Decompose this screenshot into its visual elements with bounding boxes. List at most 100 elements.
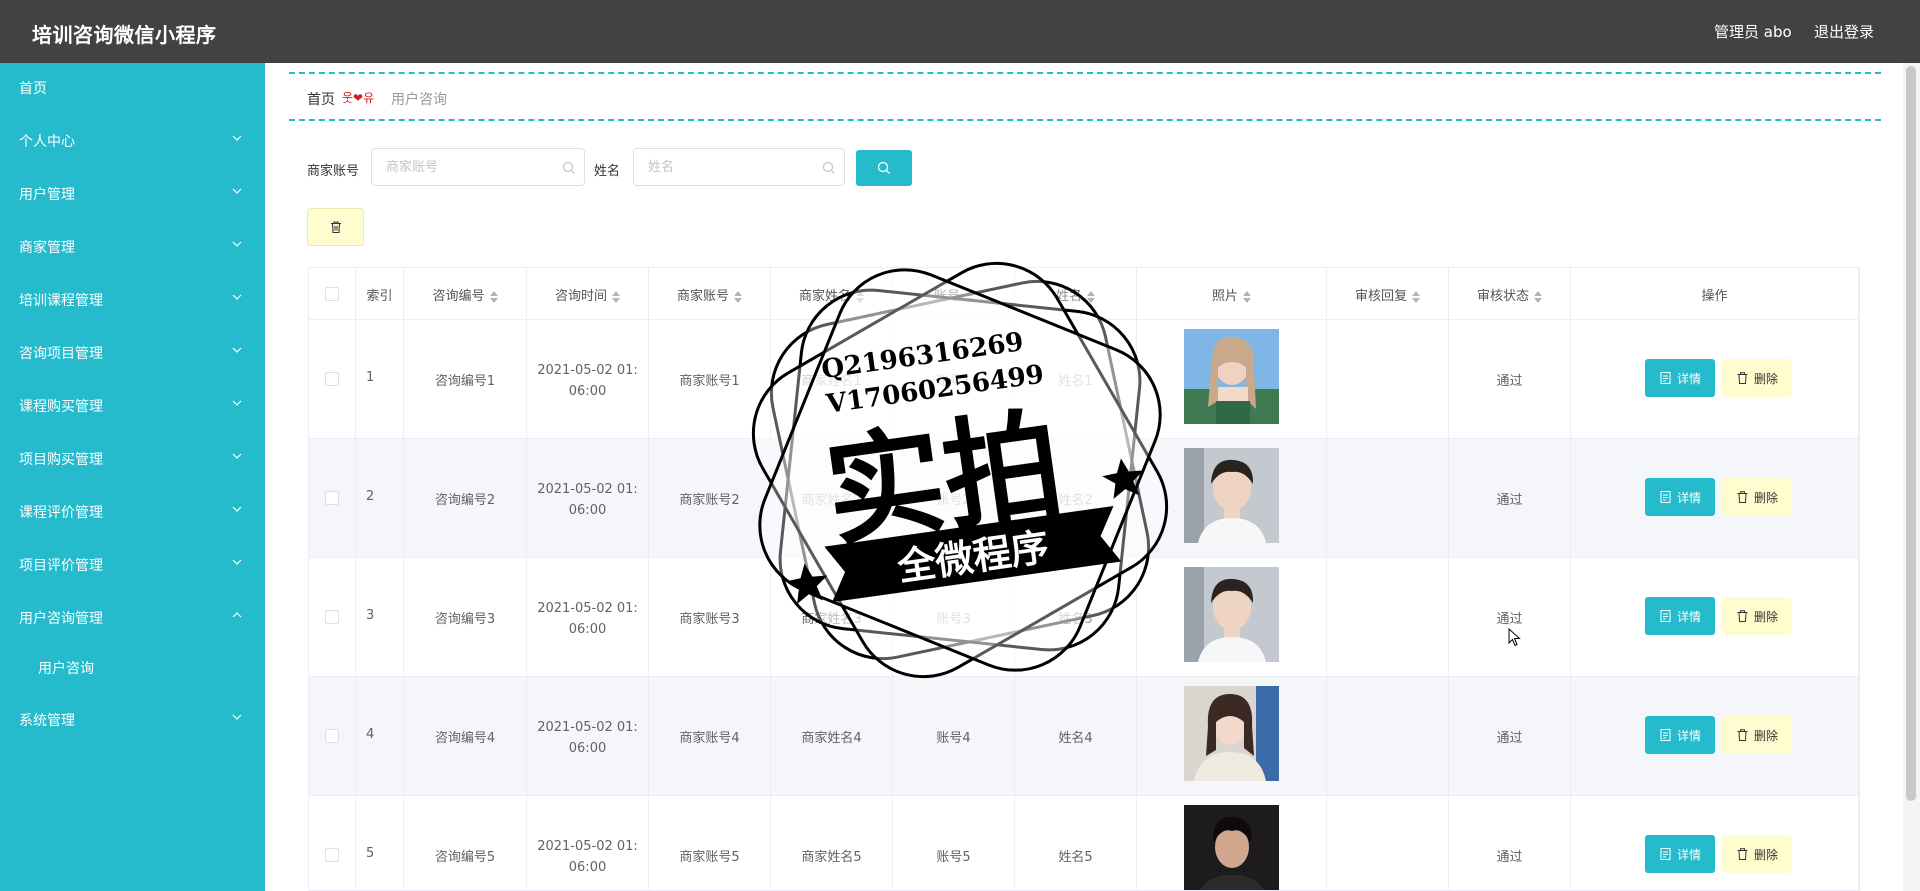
- cell-actions: 详情 删除: [1571, 320, 1859, 439]
- batch-delete-button[interactable]: [307, 208, 364, 246]
- sort-icon[interactable]: [1534, 290, 1542, 303]
- table-row: 4 咨询编号4 2021-05-02 01: 06:00 商家账号4 商家姓名4 …: [309, 677, 1859, 796]
- sidebar-item-label: 用户管理: [19, 187, 75, 203]
- detail-button[interactable]: 详情: [1645, 478, 1715, 516]
- sort-icon[interactable]: [1412, 290, 1420, 303]
- row-checkbox[interactable]: [325, 729, 339, 743]
- sidebar-item-project-review[interactable]: 项目评价管理: [0, 540, 265, 590]
- chevron-down-icon: [232, 241, 242, 247]
- sidebar-item-label: 培训课程管理: [19, 293, 103, 309]
- sort-icon[interactable]: [1243, 290, 1251, 303]
- column-header-consult-code[interactable]: 咨询编号: [404, 268, 527, 320]
- user-photo[interactable]: [1184, 567, 1279, 662]
- cell-review-status: 通过: [1449, 796, 1571, 890]
- sidebar: 首页 个人中心 用户管理 商家管理 培训课程管理 咨询项目管理 课程购买管理 项…: [0, 63, 265, 891]
- sort-icon[interactable]: [734, 290, 742, 303]
- cell-review-reply: [1327, 320, 1449, 439]
- delete-button[interactable]: 删除: [1722, 835, 1792, 873]
- delete-button[interactable]: 删除: [1722, 597, 1792, 635]
- cell-review-status: 通过: [1449, 558, 1571, 677]
- row-select-cell: [309, 558, 356, 677]
- sidebar-item-personal-center[interactable]: 个人中心: [0, 116, 265, 166]
- user-photo[interactable]: [1184, 805, 1279, 891]
- delete-button[interactable]: 删除: [1722, 359, 1792, 397]
- column-header-index: 索引: [356, 268, 404, 320]
- detail-button[interactable]: 详情: [1645, 716, 1715, 754]
- cell-review-status: 通过: [1449, 439, 1571, 558]
- cell-consult-code: 咨询编号1: [404, 320, 527, 439]
- sidebar-item-label: 课程评价管理: [19, 505, 103, 521]
- name-input[interactable]: [648, 158, 808, 176]
- cell-merchant-name: 商家姓名4: [771, 677, 893, 796]
- user-photo[interactable]: [1184, 329, 1279, 424]
- detail-button[interactable]: 详情: [1645, 359, 1715, 397]
- cell-review-reply: [1327, 677, 1449, 796]
- cell-index: 2: [356, 439, 404, 558]
- column-header-review-status[interactable]: 审核状态: [1449, 268, 1571, 320]
- detail-button[interactable]: 详情: [1645, 597, 1715, 635]
- merchant-account-label: 商家账号: [307, 164, 360, 179]
- user-photo[interactable]: [1184, 686, 1279, 781]
- cell-actions: 详情 删除: [1571, 558, 1859, 677]
- document-icon: [1660, 848, 1671, 860]
- sidebar-item-home[interactable]: 首页: [0, 63, 265, 113]
- breadcrumb-separator: 웃❤유: [342, 91, 375, 105]
- row-select-cell: [309, 796, 356, 890]
- chevron-down-icon: [232, 400, 242, 406]
- search-button[interactable]: [856, 150, 912, 186]
- sidebar-item-course-management[interactable]: 培训课程管理: [0, 275, 265, 325]
- row-checkbox[interactable]: [325, 610, 339, 624]
- cell-consult-time: 2021-05-02 01: 06:00: [527, 439, 649, 558]
- column-header-consult-time[interactable]: 咨询时间: [527, 268, 649, 320]
- sort-icon[interactable]: [489, 290, 498, 303]
- sidebar-item-merchant-management[interactable]: 商家管理: [0, 222, 265, 272]
- admin-user-label: 管理员 abo: [1714, 23, 1792, 41]
- sidebar-item-course-review[interactable]: 课程评价管理: [0, 487, 265, 537]
- row-checkbox[interactable]: [325, 372, 339, 386]
- cell-index: 3: [356, 558, 404, 677]
- breadcrumb: 首页 웃❤유 用户咨询: [289, 72, 1881, 121]
- sidebar-item-user-consult[interactable]: 用户咨询: [0, 643, 265, 693]
- cell-consult-time: 2021-05-02 01: 06:00: [527, 320, 649, 439]
- detail-button[interactable]: 详情: [1645, 835, 1715, 873]
- delete-button[interactable]: 删除: [1722, 716, 1792, 754]
- sidebar-item-project-purchase[interactable]: 项目购买管理: [0, 434, 265, 484]
- document-icon: [1660, 610, 1671, 622]
- name-label: 姓名: [594, 164, 621, 179]
- select-all-checkbox[interactable]: [325, 287, 339, 301]
- name-search: [633, 148, 845, 186]
- sidebar-item-course-purchase[interactable]: 课程购买管理: [0, 381, 265, 431]
- user-photo[interactable]: [1184, 448, 1279, 543]
- sidebar-item-user-management[interactable]: 用户管理: [0, 169, 265, 219]
- chevron-up-icon: [232, 612, 242, 618]
- breadcrumb-current: 用户咨询: [391, 92, 447, 108]
- column-header-review-reply[interactable]: 审核回复: [1327, 268, 1449, 320]
- cell-account: 账号4: [893, 677, 1015, 796]
- merchant-account-input[interactable]: [386, 158, 546, 176]
- cell-merchant-account: 商家账号5: [649, 796, 771, 890]
- cell-index: 5: [356, 796, 404, 890]
- sidebar-item-label: 项目购买管理: [19, 452, 103, 468]
- cell-index: 1: [356, 320, 404, 439]
- search-icon: [877, 161, 890, 174]
- cell-consult-code: 咨询编号5: [404, 796, 527, 890]
- document-icon: [1660, 372, 1671, 384]
- sidebar-item-user-consult-management[interactable]: 用户咨询管理: [0, 593, 265, 643]
- scrollbar-thumb[interactable]: [1906, 66, 1916, 801]
- sidebar-item-consult-project-management[interactable]: 咨询项目管理: [0, 328, 265, 378]
- column-header-actions: 操作: [1571, 268, 1859, 320]
- sidebar-item-label: 用户咨询: [38, 661, 94, 677]
- logout-link[interactable]: 退出登录: [1814, 21, 1874, 42]
- sidebar-item-system-management[interactable]: 系统管理: [0, 695, 265, 745]
- sort-icon[interactable]: [612, 290, 620, 303]
- row-checkbox[interactable]: [325, 848, 339, 862]
- row-checkbox[interactable]: [325, 491, 339, 505]
- cell-name: 姓名5: [1015, 796, 1137, 890]
- app-title: 培训咨询微信小程序: [32, 23, 217, 47]
- row-select-cell: [309, 439, 356, 558]
- breadcrumb-home[interactable]: 首页: [307, 89, 335, 109]
- cell-consult-code: 咨询编号2: [404, 439, 527, 558]
- delete-button[interactable]: 删除: [1722, 478, 1792, 516]
- sidebar-item-label: 咨询项目管理: [19, 346, 103, 362]
- mouse-cursor-icon: [1508, 628, 1521, 647]
